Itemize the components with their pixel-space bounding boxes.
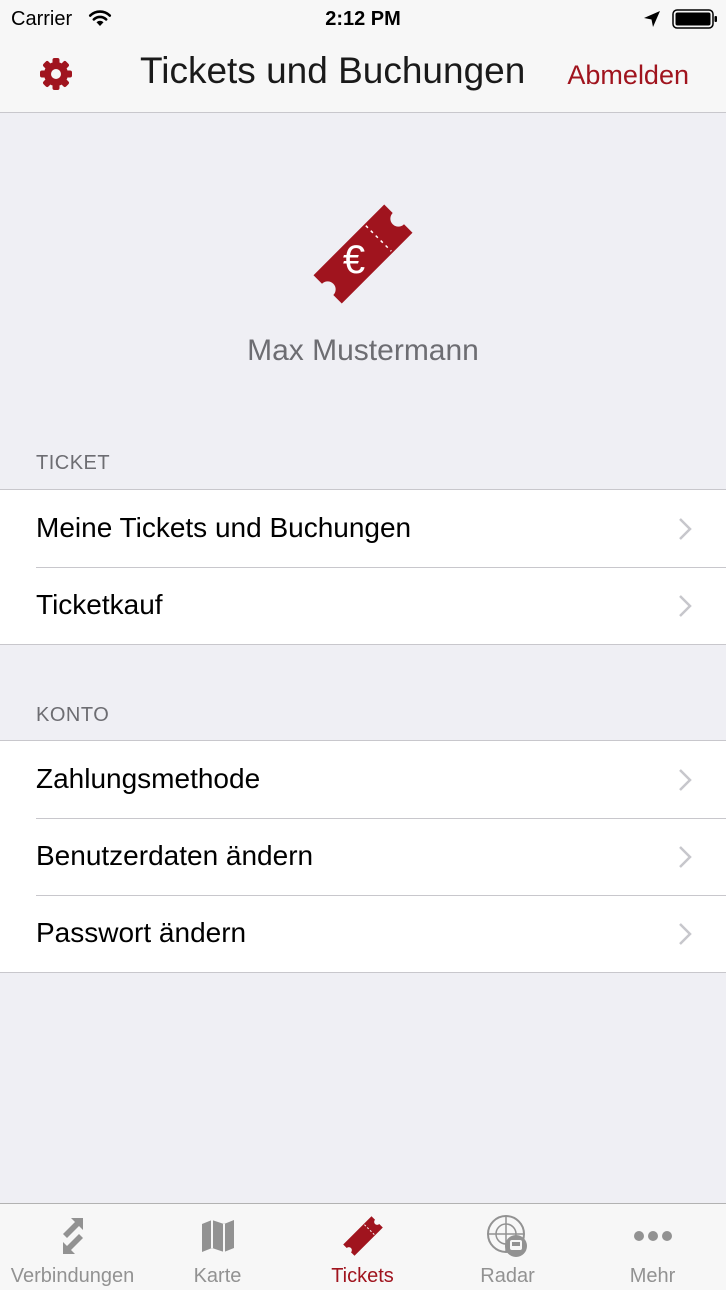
svg-text:€: € [343,238,365,282]
section-header-konto: KONTO [36,704,110,726]
list-item-label: Passwort ändern [36,917,247,948]
ticket-group: Meine Tickets und Buchungen Ticketkauf [0,489,726,645]
tab-karte[interactable]: Karte [145,1204,290,1290]
tab-tickets[interactable]: Tickets [290,1204,435,1290]
status-time: 2:12 PM [325,8,401,30]
chevron-right-icon [679,769,692,791]
user-name: Max Mustermann [247,334,479,367]
konto-group: Zahlungsmethode Benutzerdaten ändern Pas… [0,740,726,973]
chevron-right-icon [679,846,692,868]
list-item-my-tickets[interactable]: Meine Tickets und Buchungen [0,490,726,567]
gear-icon[interactable] [38,56,74,92]
tab-label: Karte [193,1265,242,1287]
list-item-label: Ticketkauf [36,589,163,620]
tab-verbindungen[interactable]: Verbindungen [0,1204,145,1290]
list-item-edit-user-data[interactable]: Benutzerdaten ändern [0,818,726,895]
page-title: Tickets und Buchungen [140,50,526,91]
location-arrow-icon [644,11,660,27]
tab-label: Tickets [331,1265,394,1287]
list-item-payment-method[interactable]: Zahlungsmethode [0,741,726,818]
list-item-label: Zahlungsmethode [36,763,261,794]
list-item-label: Benutzerdaten ändern [36,840,314,871]
battery-icon [672,9,717,29]
list-item-change-password[interactable]: Passwort ändern [0,895,726,972]
ticket-euro-icon: € [313,204,413,304]
tab-label: Radar [480,1265,535,1287]
chevron-right-icon [679,595,692,617]
list-item-label: Meine Tickets und Buchungen [36,512,412,543]
tab-bar: Verbindungen Karte Tickets Radar Mehr [0,1203,726,1290]
tab-label: Mehr [629,1265,676,1287]
more-icon [633,1231,672,1241]
tab-label: Verbindungen [10,1265,135,1287]
navigation-bar: Tickets und Buchungen Abmelden [0,38,726,113]
section-header-ticket: TICKET [36,452,111,474]
tab-radar[interactable]: Radar [435,1204,580,1290]
chevron-right-icon [679,923,692,945]
connections-icon [62,1218,83,1254]
ticket-icon [342,1216,383,1256]
logout-button[interactable]: Abmelden [567,60,689,91]
chevron-right-icon [679,518,692,540]
list-item-ticket-purchase[interactable]: Ticketkauf [0,567,726,644]
radar-icon [486,1215,527,1257]
tab-mehr[interactable]: Mehr [580,1204,725,1290]
status-bar: Carrier 2:12 PM [0,0,726,38]
map-icon [201,1220,234,1252]
